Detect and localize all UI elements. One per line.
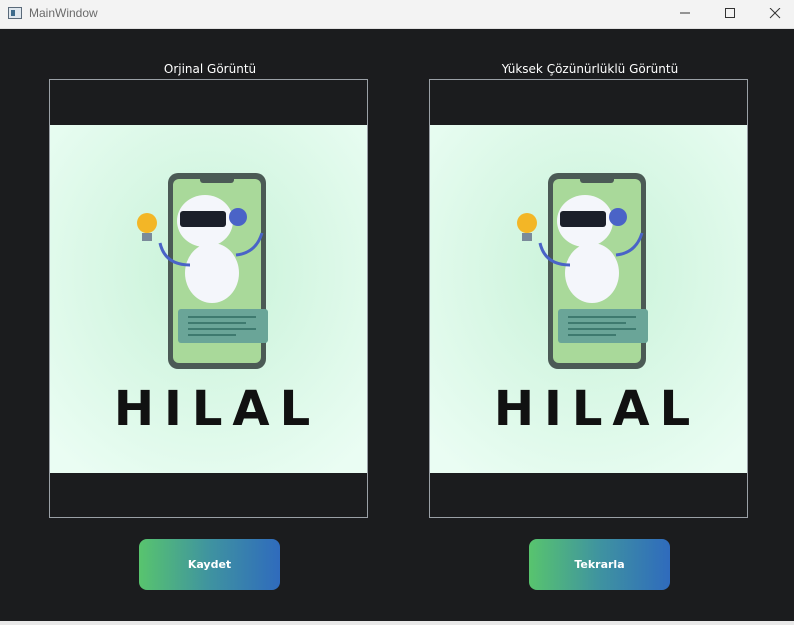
bottom-edge xyxy=(0,621,794,625)
maximize-icon xyxy=(725,8,735,18)
hilal-caption: HILAL xyxy=(114,381,320,437)
app-icon xyxy=(8,7,22,19)
repeat-button[interactable]: Tekrarla xyxy=(529,539,670,590)
close-icon xyxy=(769,8,781,19)
minimize-icon xyxy=(680,12,690,14)
hilal-caption: HILAL xyxy=(494,381,700,437)
title-bar: MainWindow xyxy=(0,0,794,29)
save-button[interactable]: Kaydet xyxy=(139,539,280,590)
original-image: HILAL xyxy=(50,125,367,473)
close-button[interactable] xyxy=(752,0,794,28)
highres-image-label: Yüksek Çözünürlüklü Görüntü xyxy=(501,62,679,76)
minimize-button[interactable] xyxy=(662,0,708,28)
window-title: MainWindow xyxy=(29,6,98,20)
highres-image-frame: HILAL xyxy=(429,79,748,518)
original-image-label: Orjinal Görüntü xyxy=(163,62,257,76)
original-image-frame: HILAL xyxy=(49,79,368,518)
highres-image: HILAL xyxy=(430,125,747,473)
maximize-button[interactable] xyxy=(707,0,753,28)
